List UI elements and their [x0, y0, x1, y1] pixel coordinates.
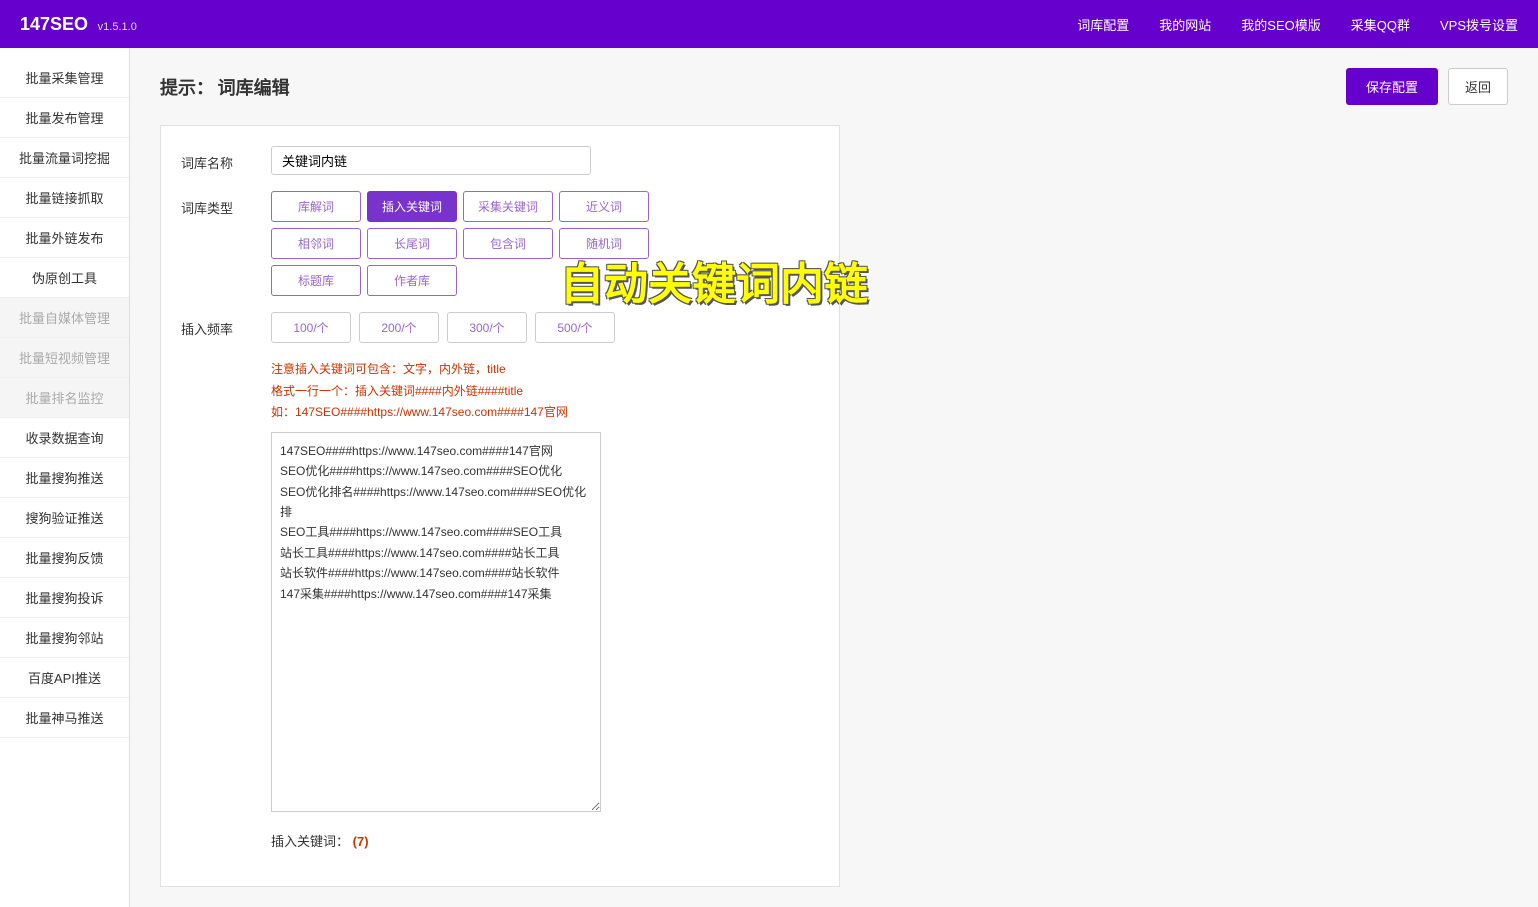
freq-row: 插入频率 100/个 200/个 300/个 500/个 [181, 312, 819, 343]
type-btn-lib[interactable]: 库解词 [271, 191, 361, 222]
type-label: 词库类型 [181, 191, 271, 217]
freq-btn-200[interactable]: 200/个 [359, 312, 439, 343]
page-title-area: 提示： 词库编辑 [160, 74, 290, 100]
page-header: 提示： 词库编辑 保存配置 返回 [160, 68, 1508, 105]
name-content [271, 146, 819, 175]
big-title-area: 自动关键词内链 [560, 248, 868, 312]
app-version: v1.5.1.0 [98, 21, 137, 33]
type-btn-insert[interactable]: 插入关键词 [367, 191, 457, 222]
layout: 批量采集管理 批量发布管理 批量流量词挖掘 批量链接抓取 批量外链发布 伪原创工… [0, 48, 1538, 907]
sidebar-item-video: 批量短视频管理 [0, 338, 129, 378]
hint-line-1: 注意插入关键词可包含：文字，内外链，title [271, 359, 819, 381]
sidebar-item-pseudo[interactable]: 伪原创工具 [0, 258, 129, 298]
app-logo: 147SEO [20, 14, 88, 34]
sidebar-item-sogou-push[interactable]: 批量搜狗推送 [0, 458, 129, 498]
hint-prefix: 提示： [160, 78, 214, 98]
header-nav: 词库配置 我的网站 我的SEO模版 采集QQ群 VPS拨号设置 [1077, 15, 1518, 34]
sidebar-item-traffic[interactable]: 批量流量词挖掘 [0, 138, 129, 178]
sidebar-item-query[interactable]: 收录数据查询 [0, 418, 129, 458]
hint-content: 注意插入关键词可包含：文字，内外链，title 格式一行一个：插入关键词####… [271, 359, 819, 815]
main-content: 提示： 词库编辑 保存配置 返回 词库名称 [130, 48, 1538, 907]
type-btn-author[interactable]: 作者库 [367, 265, 457, 296]
insert-count-content: 插入关键词： (7) [271, 831, 819, 850]
insert-count: (7) [353, 830, 369, 849]
hint-spacer [181, 359, 271, 366]
sidebar-item-sogou-verify[interactable]: 搜狗验证推送 [0, 498, 129, 538]
logo-area: 147SEO v1.5.1.0 [20, 14, 137, 35]
insert-count-label-spacer [181, 831, 271, 838]
freq-btn-100[interactable]: 100/个 [271, 312, 351, 343]
hint-row: 注意插入关键词可包含：文字，内外链，title 格式一行一个：插入关键词####… [181, 359, 819, 815]
sidebar-item-sogou-feedback[interactable]: 批量搜狗反馈 [0, 538, 129, 578]
header: 147SEO v1.5.1.0 词库配置 我的网站 我的SEO模版 采集QQ群 … [0, 0, 1538, 48]
freq-content: 100/个 200/个 300/个 500/个 [271, 312, 819, 343]
sidebar: 批量采集管理 批量发布管理 批量流量词挖掘 批量链接抓取 批量外链发布 伪原创工… [0, 48, 130, 907]
type-btn-longtail[interactable]: 长尾词 [367, 228, 457, 259]
big-title: 自动关键词内链 [560, 248, 868, 312]
type-btn-adjacent[interactable]: 相邻词 [271, 228, 361, 259]
sidebar-item-links[interactable]: 批量链接抓取 [0, 178, 129, 218]
form-section: 词库名称 词库类型 库解词 插入关键词 采集关键词 近义词 相邻词 [160, 125, 840, 887]
insert-count-row: 插入关键词： (7) [181, 831, 819, 850]
sidebar-item-media: 批量自媒体管理 [0, 298, 129, 338]
name-input[interactable] [271, 146, 591, 175]
nav-vps[interactable]: VPS拨号设置 [1440, 15, 1518, 34]
freq-btn-300[interactable]: 300/个 [447, 312, 527, 343]
freq-buttons-group: 100/个 200/个 300/个 500/个 [271, 312, 819, 343]
sidebar-item-sogou-complaint[interactable]: 批量搜狗投诉 [0, 578, 129, 618]
insert-label: 插入关键词： [271, 830, 349, 849]
nav-mysite[interactable]: 我的网站 [1159, 15, 1211, 34]
hint-text: 注意插入关键词可包含：文字，内外链，title 格式一行一个：插入关键词####… [271, 359, 819, 424]
freq-label: 插入频率 [181, 312, 271, 338]
nav-qqgroup[interactable]: 采集QQ群 [1351, 15, 1410, 34]
sidebar-item-outlink[interactable]: 批量外链发布 [0, 218, 129, 258]
sidebar-item-baidu-api[interactable]: 百度API推送 [0, 658, 129, 698]
hint-line-2: 格式一行一个：插入关键词####内外链####title [271, 381, 819, 403]
page-title: 词库编辑 [218, 78, 290, 98]
type-btn-contain[interactable]: 包含词 [463, 228, 553, 259]
name-row: 词库名称 [181, 146, 819, 175]
sidebar-item-ranking: 批量排名监控 [0, 378, 129, 418]
sidebar-item-collect[interactable]: 批量采集管理 [0, 58, 129, 98]
hint-line-3: 如：147SEO####https://www.147seo.com####14… [271, 402, 819, 424]
main-wrapper: 提示： 词库编辑 保存配置 返回 词库名称 [160, 68, 1508, 887]
save-button[interactable]: 保存配置 [1346, 68, 1438, 105]
name-label: 词库名称 [181, 146, 271, 172]
nav-seotemplate[interactable]: 我的SEO模版 [1241, 15, 1320, 34]
type-btn-collect[interactable]: 采集关键词 [463, 191, 553, 222]
type-btn-synonym[interactable]: 近义词 [559, 191, 649, 222]
sidebar-item-shenma[interactable]: 批量神马推送 [0, 698, 129, 738]
sidebar-item-sogou-neighbor[interactable]: 批量搜狗邻站 [0, 618, 129, 658]
keyword-textarea[interactable]: 147SEO####https://www.147seo.com####147官… [271, 432, 601, 812]
nav-wordlib[interactable]: 词库配置 [1077, 15, 1129, 34]
freq-btn-500[interactable]: 500/个 [535, 312, 615, 343]
back-button[interactable]: 返回 [1448, 68, 1508, 105]
type-btn-titlelibrary[interactable]: 标题库 [271, 265, 361, 296]
page-actions: 保存配置 返回 [1346, 68, 1508, 105]
sidebar-item-publish[interactable]: 批量发布管理 [0, 98, 129, 138]
